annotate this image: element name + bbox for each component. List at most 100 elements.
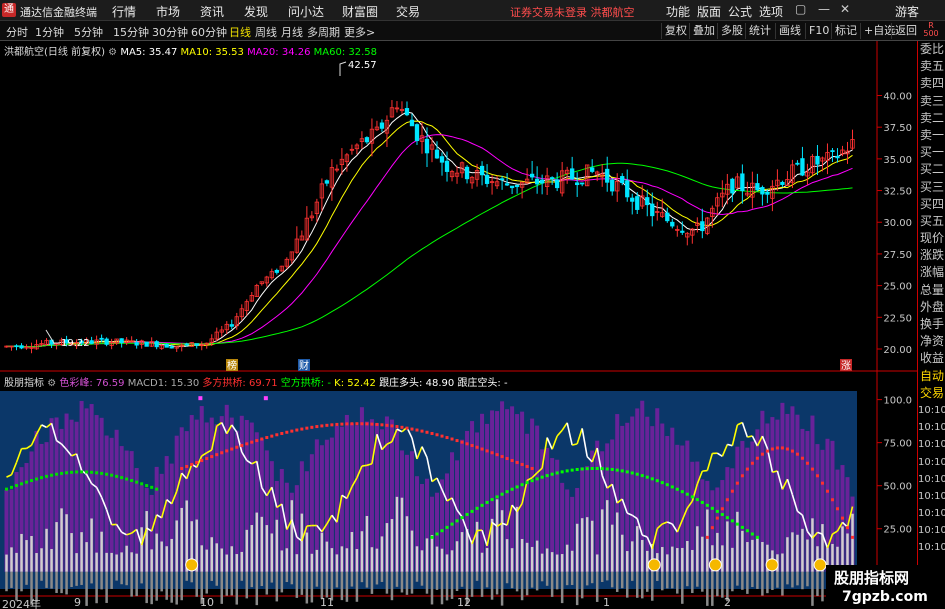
macd-neg-bar xyxy=(671,571,674,589)
long-bridge-dot xyxy=(205,457,209,461)
long-bridge-dot xyxy=(480,447,484,451)
login-warning[interactable]: 证券交易未登录 洪都航空 xyxy=(510,4,635,20)
settings-icon[interactable]: ⚙ xyxy=(108,47,120,58)
side-item[interactable]: 买五 xyxy=(918,213,945,230)
short-bridge-dot xyxy=(585,467,589,471)
macd-neg-bar xyxy=(75,571,78,586)
short-bridge-dot xyxy=(105,472,109,476)
period-day[interactable]: 日线 xyxy=(229,24,251,40)
side-item[interactable]: 交易 xyxy=(918,385,945,402)
huaxian-button[interactable]: 画线 xyxy=(775,23,801,39)
side-item[interactable]: 涨跌 xyxy=(918,247,945,264)
long-bridge-dot xyxy=(180,466,184,470)
menu-caifuquan[interactable]: 财富圈 xyxy=(342,3,378,20)
back-button[interactable]: 返回 xyxy=(891,23,917,39)
long-bridge-dot xyxy=(520,462,524,466)
side-item[interactable]: 卖四 xyxy=(918,75,945,92)
macd-bar xyxy=(505,539,509,572)
macd-bar xyxy=(615,512,619,572)
side-item[interactable]: 涨幅 xyxy=(918,264,945,281)
macd-bar xyxy=(300,513,304,572)
menu-gongneng[interactable]: 功能 xyxy=(666,3,690,20)
indicator-settings-icon[interactable]: ⚙ xyxy=(47,378,59,389)
macd-neg-bar xyxy=(215,571,219,586)
short-bridge-dot xyxy=(660,481,664,485)
candle-body xyxy=(19,345,24,349)
menu-wenxiaoda[interactable]: 问小达 xyxy=(288,3,324,20)
macd-bar xyxy=(135,553,138,572)
menu-hangqing[interactable]: 行情 xyxy=(112,3,136,20)
side-item[interactable]: 买一 xyxy=(918,144,945,161)
macd-bar xyxy=(420,550,424,572)
period-60min[interactable]: 60分钟 xyxy=(191,24,227,40)
side-item[interactable]: 收益 xyxy=(918,350,945,367)
short-bridge-dot xyxy=(705,503,709,507)
menu-shichang[interactable]: 市场 xyxy=(156,3,180,20)
fuquan-button[interactable]: 复权 xyxy=(661,23,687,39)
f10-button[interactable]: F10 xyxy=(805,23,829,39)
macd-bar xyxy=(455,541,459,572)
period-week[interactable]: 周线 xyxy=(255,24,277,40)
period-5min[interactable]: 5分钟 xyxy=(74,24,103,40)
menu-xuanxiang[interactable]: 选项 xyxy=(759,3,783,20)
side-item[interactable]: 卖二 xyxy=(918,110,945,127)
short-bridge-dot xyxy=(545,474,549,478)
long-bridge-dot xyxy=(735,481,739,485)
long-bridge-dot xyxy=(455,439,459,443)
side-item[interactable]: 卖三 xyxy=(918,93,945,110)
macd-neg-bar xyxy=(686,571,689,587)
macd-bar xyxy=(550,552,554,572)
candle-body xyxy=(610,179,615,192)
period-15min[interactable]: 15分钟 xyxy=(113,24,149,40)
period-multi[interactable]: 多周期 xyxy=(307,24,340,40)
tongji-button[interactable]: 统计 xyxy=(745,23,771,39)
macd-bar xyxy=(445,554,449,572)
stock-name[interactable]: 洪都航空(日线 前复权) xyxy=(4,47,105,58)
macd-neg-bar xyxy=(190,571,193,583)
long-bridge-dot xyxy=(730,489,734,493)
indicator-name[interactable]: 股朋指标 xyxy=(4,378,44,389)
chart-canvas[interactable]: 40.00 37.50 35.00 32.50 30.00 27.50 25.00 22.50… xyxy=(0,41,945,609)
short-bridge-dot xyxy=(635,472,639,476)
short-bridge-dot xyxy=(590,466,594,470)
side-item[interactable]: 买二 xyxy=(918,161,945,178)
side-item[interactable]: 委比 xyxy=(918,41,945,58)
period-month[interactable]: 月线 xyxy=(281,24,303,40)
side-item[interactable]: 净资 xyxy=(918,333,945,350)
macd-bar xyxy=(355,549,359,572)
skin-icon[interactable]: ▢ xyxy=(795,2,806,16)
period-more[interactable]: 更多> xyxy=(344,24,375,40)
long-bridge-dot xyxy=(365,422,369,426)
price-axis-label: 20.00 xyxy=(883,345,912,356)
side-item[interactable]: 现价 xyxy=(918,230,945,247)
side-item[interactable]: 总量 xyxy=(918,282,945,299)
period-30min[interactable]: 30分钟 xyxy=(152,24,188,40)
side-item[interactable]: 买三 xyxy=(918,179,945,196)
period-fenshi[interactable]: 分时 xyxy=(6,24,28,40)
long-bridge-dot xyxy=(435,433,439,437)
menu-banmian[interactable]: 版面 xyxy=(697,3,721,20)
macd-neg-bar xyxy=(796,571,799,586)
macd-bar xyxy=(260,516,264,572)
macd-bar xyxy=(370,547,374,572)
close-icon[interactable]: ✕ xyxy=(840,2,850,16)
biaoji-button[interactable]: 标记 xyxy=(831,23,857,39)
side-item[interactable]: 自动 xyxy=(918,368,945,385)
r-badge: R 500 xyxy=(923,21,939,38)
side-item[interactable]: 买四 xyxy=(918,196,945,213)
duogu-button[interactable]: 多股 xyxy=(717,23,743,39)
side-item[interactable]: 外盘 xyxy=(918,299,945,316)
menu-gongshi[interactable]: 公式 xyxy=(728,3,752,20)
side-item[interactable]: 卖五 xyxy=(918,58,945,75)
menu-jiaoyi[interactable]: 交易 xyxy=(396,3,420,20)
period-1min[interactable]: 1分钟 xyxy=(35,24,64,40)
guest-label[interactable]: 游客 xyxy=(895,3,919,20)
minimize-icon[interactable]: — xyxy=(818,2,830,16)
add-favorite-button[interactable]: +自选 xyxy=(860,23,895,39)
side-item[interactable]: 卖一 xyxy=(918,127,945,144)
menu-zixun[interactable]: 资讯 xyxy=(200,3,224,20)
menu-faxian[interactable]: 发现 xyxy=(244,3,268,20)
side-item[interactable]: 换手 xyxy=(918,316,945,333)
macd-bar xyxy=(70,533,73,572)
diejia-button[interactable]: 叠加 xyxy=(689,23,715,39)
